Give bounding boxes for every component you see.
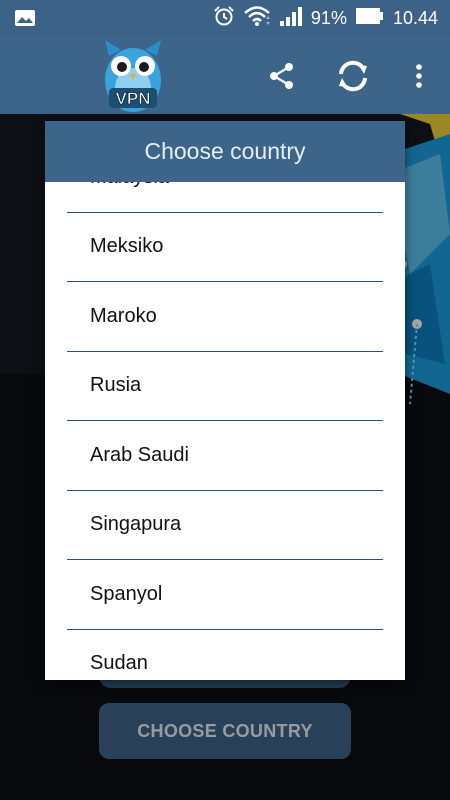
country-item-rusia[interactable]: Rusia <box>67 352 383 421</box>
owl-vpn-logo: VPN <box>95 38 171 114</box>
refresh-icon[interactable] <box>333 56 373 96</box>
country-item-spanyol[interactable]: Spanyol <box>67 560 383 630</box>
country-item-maroko[interactable]: Maroko <box>67 282 383 352</box>
signal-icon <box>279 5 303 32</box>
share-icon[interactable] <box>262 56 302 96</box>
alarm-icon <box>213 5 235 32</box>
more-vert-icon[interactable] <box>399 56 439 96</box>
battery-icon <box>355 7 385 30</box>
clock: 10.44 <box>392 7 438 28</box>
wifi-icon <box>243 5 271 32</box>
choose-country-dialog: Choose country Malaysia Meksiko Maroko R… <box>45 121 405 680</box>
app-bar: VPN <box>0 36 450 114</box>
country-item-sudan[interactable]: Sudan <box>67 630 383 681</box>
country-list[interactable]: Malaysia Meksiko Maroko Rusia Arab Saudi… <box>45 182 405 680</box>
battery-percent: 91% <box>310 7 347 28</box>
status-bar: 91% 10.44 <box>0 0 450 36</box>
country-item-arab-saudi[interactable]: Arab Saudi <box>67 421 383 491</box>
dialog-title: Choose country <box>45 121 405 182</box>
country-item-malaysia[interactable]: Malaysia <box>67 182 383 213</box>
screen: 91% 10.44 VPN CHOOSE COUNTRY Choose coun… <box>0 0 450 800</box>
country-item-singapura[interactable]: Singapura <box>67 491 383 560</box>
image-icon <box>14 9 36 32</box>
logo-text: VPN <box>116 89 151 108</box>
country-item-meksiko[interactable]: Meksiko <box>67 213 383 282</box>
